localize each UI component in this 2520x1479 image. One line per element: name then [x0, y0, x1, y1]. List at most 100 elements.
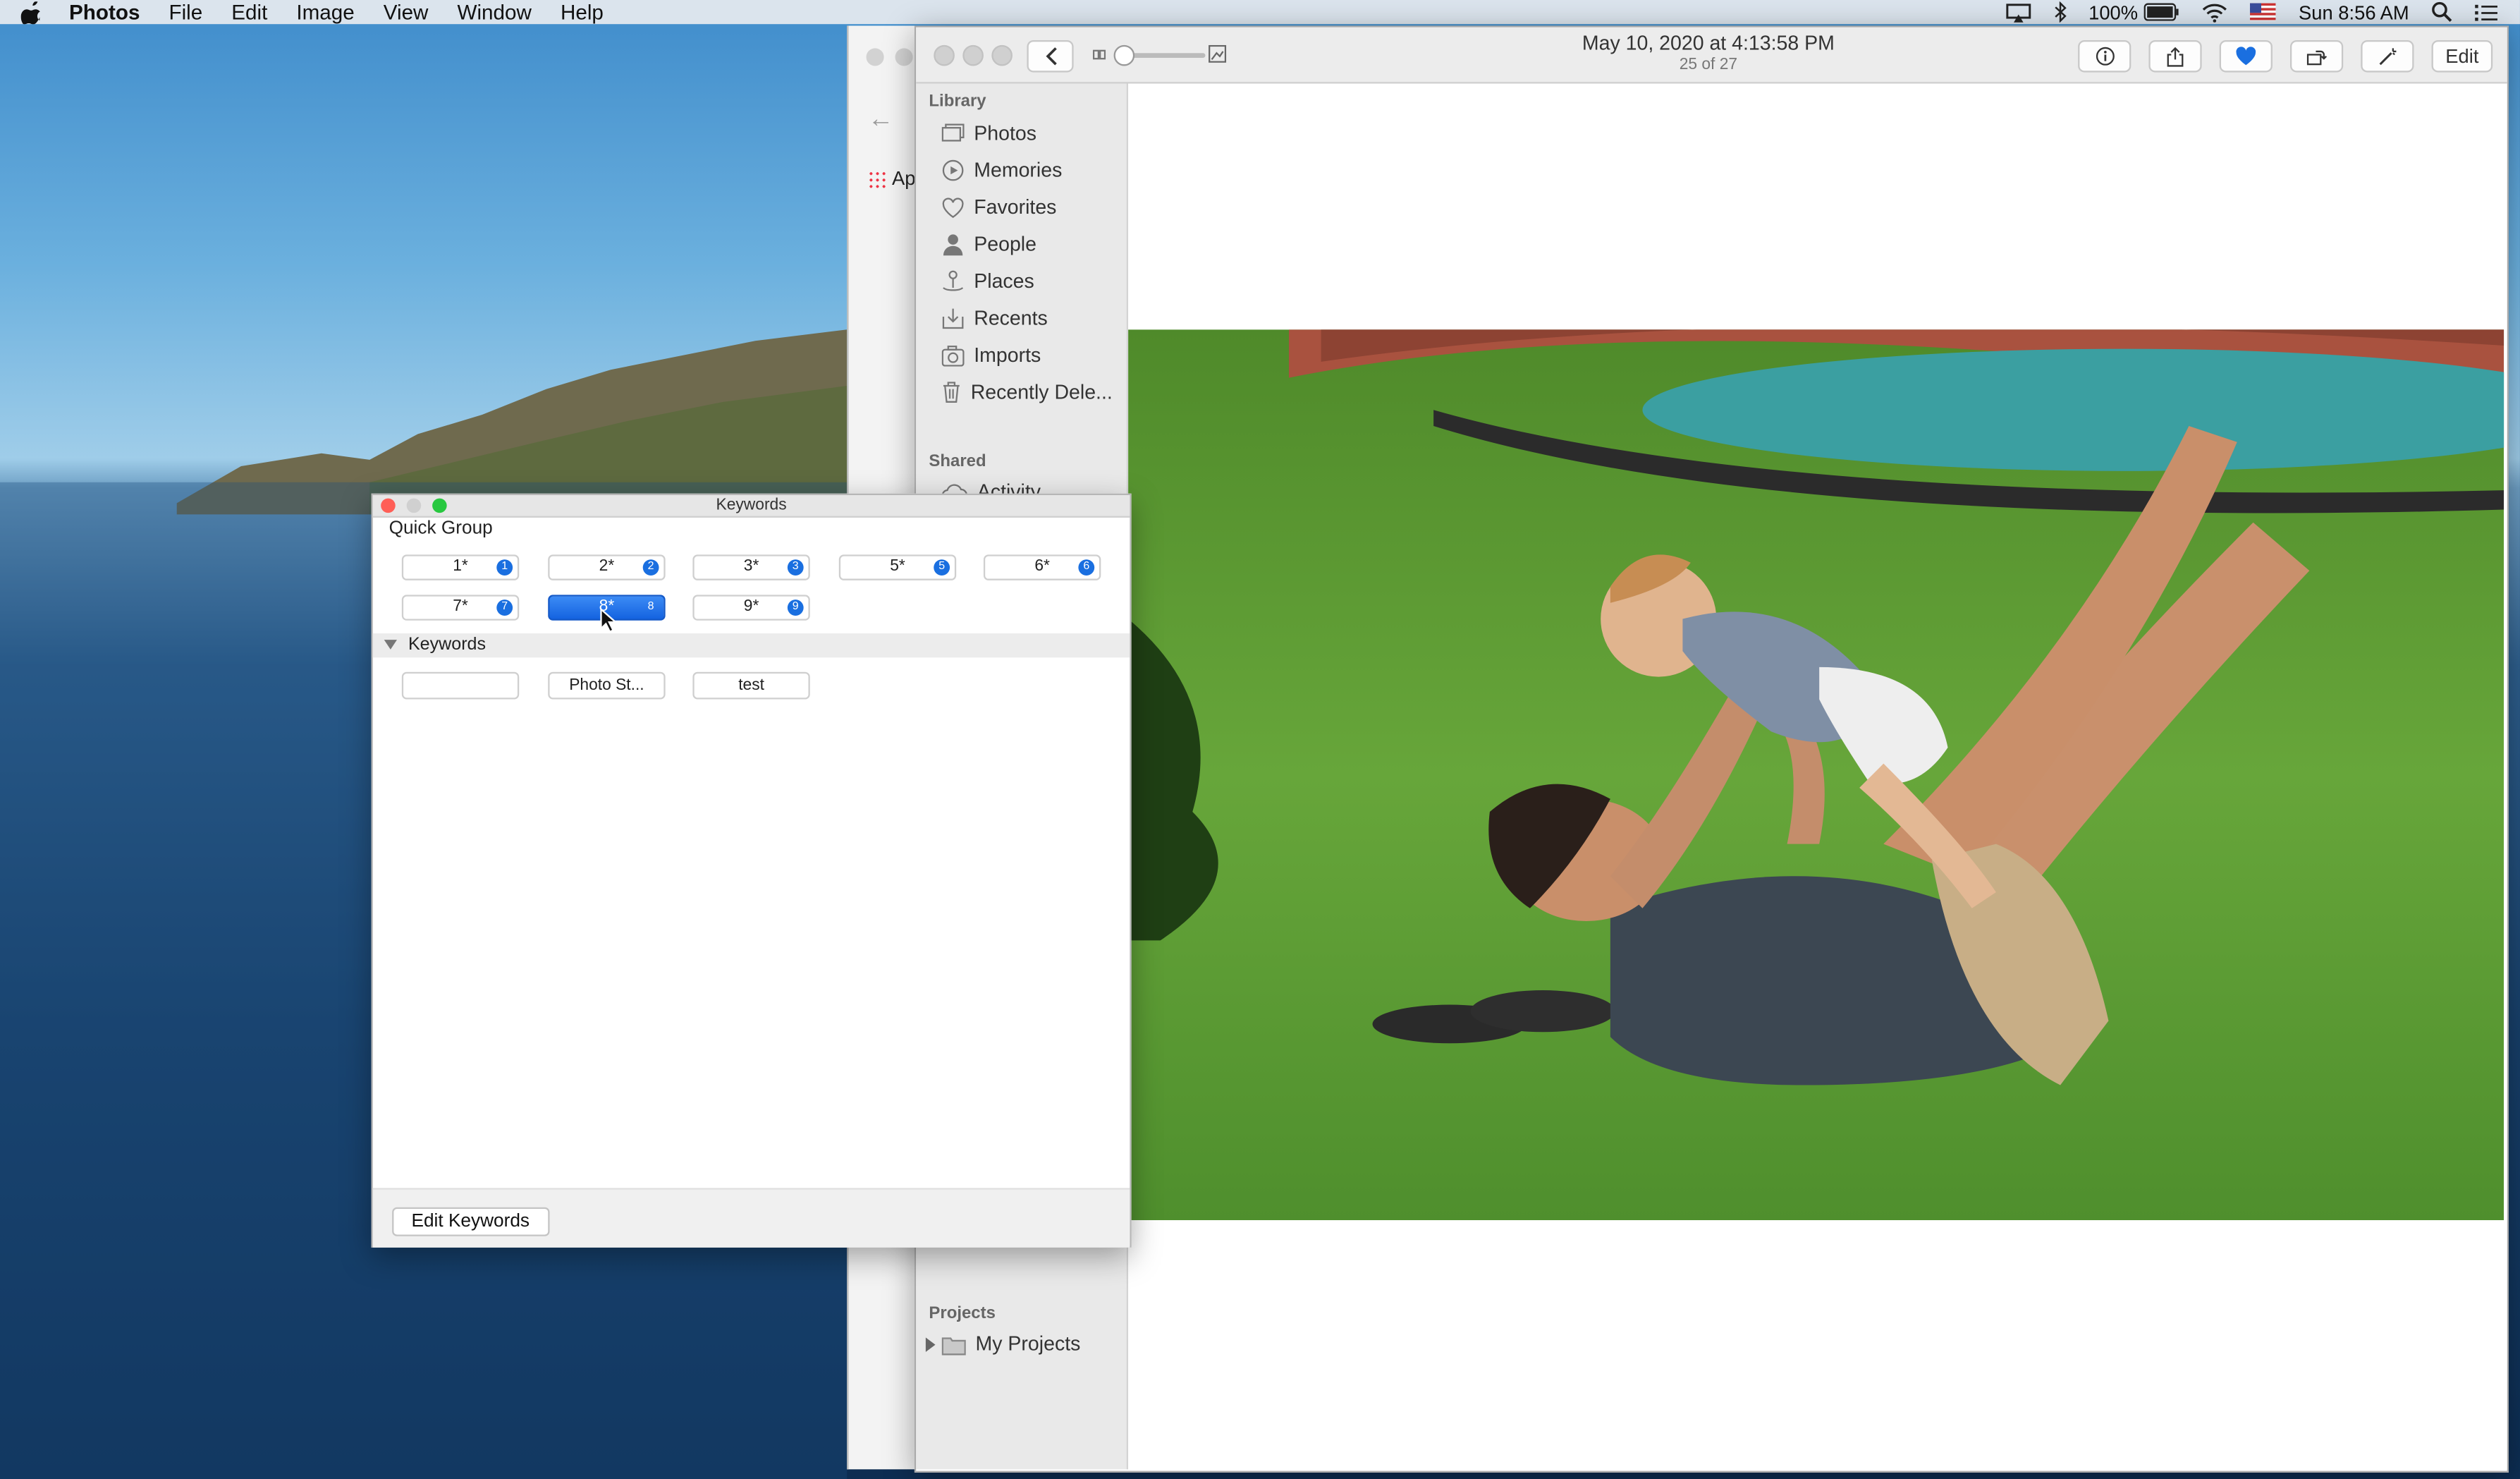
photo-position-count: 25 of 27 — [1679, 56, 1738, 74]
sidebar-item-imports[interactable]: Imports — [941, 339, 1041, 372]
menu-window[interactable]: Window — [457, 0, 531, 24]
quick-keyword-button[interactable]: 3* 3 — [692, 554, 810, 580]
mouse-pointer-icon — [600, 607, 618, 633]
chevron-left-icon — [1045, 47, 1056, 66]
keyword-button[interactable]: test — [692, 671, 810, 700]
shortcut-badge: 7 — [496, 599, 513, 616]
battery-percent: 100% — [2088, 1, 2139, 24]
sidebar-item-photos[interactable]: Photos — [941, 117, 1036, 150]
back-button[interactable] — [1027, 39, 1074, 73]
edit-keywords-button[interactable]: Edit Keywords — [392, 1207, 549, 1236]
menu-app-name[interactable]: Photos — [69, 0, 140, 24]
quick-keyword-button[interactable]: 5* 5 — [838, 554, 957, 580]
back-arrow-icon[interactable]: ← — [868, 106, 893, 135]
sidebar-item-label: Recents — [974, 307, 1048, 330]
sidebar-header-shared: Shared — [929, 451, 986, 471]
photo-image — [1128, 329, 2504, 1220]
menu-bar: Photos File Edit Image View Window Help … — [0, 0, 2520, 25]
rotate-icon — [2306, 50, 2328, 66]
shortcut-badge: 8 — [647, 601, 654, 613]
back-window-close[interactable] — [866, 48, 884, 66]
enhance-button[interactable] — [2361, 39, 2414, 73]
sidebar-item-label: Favorites — [974, 196, 1057, 219]
keyword-button[interactable] — [401, 671, 520, 700]
photo-date-title: May 10, 2020 at 4:13:58 PM — [1582, 32, 1835, 55]
recents-icon — [942, 308, 964, 329]
menu-help[interactable]: Help — [561, 0, 604, 24]
sidebar-item-label: Imports — [974, 343, 1041, 367]
sidebar-item-label: My Projects — [975, 1332, 1081, 1356]
favorite-button[interactable] — [2219, 39, 2273, 73]
memories-icon — [942, 159, 964, 181]
sidebar-item-memories[interactable]: Memories — [942, 154, 1063, 187]
quick-keyword-button[interactable]: 7* 7 — [401, 595, 520, 621]
us-flag-input-icon[interactable] — [2250, 3, 2277, 21]
info-icon — [2095, 47, 2114, 66]
sidebar-item-favorites[interactable]: Favorites — [942, 191, 1057, 224]
wifi-icon[interactable] — [2202, 2, 2227, 22]
share-icon — [2167, 46, 2184, 66]
shortcut-badge: 6 — [1078, 559, 1095, 576]
rotate-button[interactable] — [2290, 39, 2344, 73]
sidebar-item-places[interactable]: Places — [942, 265, 1034, 298]
keywords-panel: Keywords Quick Group 1* 1 2* 2 3* 3 5* 5… — [371, 493, 1132, 1248]
airplay-icon[interactable] — [2005, 2, 2031, 22]
photo-viewer[interactable] — [1128, 83, 2507, 1470]
photos-toolbar: May 10, 2020 at 4:13:58 PM 25 of 27 Edit — [916, 27, 2507, 84]
disclosure-triangle-icon[interactable] — [924, 1337, 937, 1351]
menu-view[interactable]: View — [384, 0, 429, 24]
shortcut-badge: 5 — [934, 559, 950, 576]
disclosure-triangle-icon[interactable] — [384, 640, 397, 650]
window-zoom-button[interactable] — [991, 44, 1013, 66]
photos-library-icon — [941, 123, 965, 142]
sidebar-header-projects: Projects — [929, 1303, 996, 1323]
menu-file[interactable]: File — [169, 0, 202, 24]
apps-bookmark[interactable]: Ap — [867, 167, 915, 190]
notification-center-icon[interactable] — [2475, 2, 2498, 21]
zoom-slider-knob[interactable] — [1113, 44, 1135, 66]
share-button[interactable] — [2148, 39, 2202, 73]
sidebar-item-label: Memories — [974, 159, 1063, 182]
camera-icon — [941, 344, 965, 366]
quick-keyword-button[interactable]: 9* 9 — [692, 595, 810, 621]
keyword-button[interactable]: Photo St... — [548, 671, 666, 700]
shortcut-badge: 3 — [787, 559, 804, 576]
zoom-out-icon — [1092, 49, 1106, 60]
keywords-section-label: Keywords — [408, 635, 487, 655]
battery-icon[interactable] — [2144, 3, 2179, 21]
sidebar-item-recently-deleted[interactable]: Recently Dele... — [942, 376, 1113, 408]
heart-icon — [2236, 47, 2256, 66]
trash-icon — [943, 382, 960, 403]
sidebar-item-label: Recently Dele... — [970, 381, 1113, 404]
quick-keyword-button[interactable]: 1* 1 — [401, 554, 520, 580]
menu-image[interactable]: Image — [296, 0, 354, 24]
map-pin-icon — [943, 270, 964, 291]
panel-zoom-button[interactable] — [432, 498, 447, 513]
quick-keyword-button[interactable]: 6* 6 — [983, 554, 1101, 580]
photos-window: May 10, 2020 at 4:13:58 PM 25 of 27 Edit… — [914, 25, 2509, 1473]
shortcut-badge: 9 — [787, 599, 804, 616]
apple-logo-icon[interactable] — [20, 1, 44, 24]
sidebar-item-people[interactable]: People — [942, 229, 1036, 261]
sidebar-item-label: People — [974, 233, 1037, 256]
sidebar-item-label: Places — [974, 269, 1034, 293]
panel-minimize-button[interactable] — [406, 498, 422, 513]
info-button[interactable] — [2078, 39, 2131, 73]
shortcut-badge: 1 — [496, 559, 513, 576]
quick-keyword-button[interactable]: 2* 2 — [548, 554, 666, 580]
clock[interactable]: Sun 8:56 AM — [2299, 1, 2409, 23]
window-minimize-button[interactable] — [962, 44, 984, 66]
sidebar-header-library: Library — [929, 91, 986, 111]
keywords-titlebar: Keywords — [372, 495, 1130, 518]
spotlight-search-icon[interactable] — [2432, 1, 2453, 23]
bluetooth-icon[interactable] — [2053, 1, 2066, 23]
menu-edit[interactable]: Edit — [231, 0, 267, 24]
panel-close-button[interactable] — [381, 498, 396, 513]
sidebar-item-my-projects[interactable]: My Projects — [924, 1328, 1081, 1361]
sidebar-item-recents[interactable]: Recents — [942, 303, 1048, 335]
keywords-section-header[interactable]: Keywords — [372, 633, 1130, 658]
apps-grid-icon — [867, 171, 886, 189]
window-close-button[interactable] — [934, 44, 955, 66]
edit-button[interactable]: Edit — [2431, 39, 2493, 73]
back-window-minimize[interactable] — [895, 48, 913, 66]
